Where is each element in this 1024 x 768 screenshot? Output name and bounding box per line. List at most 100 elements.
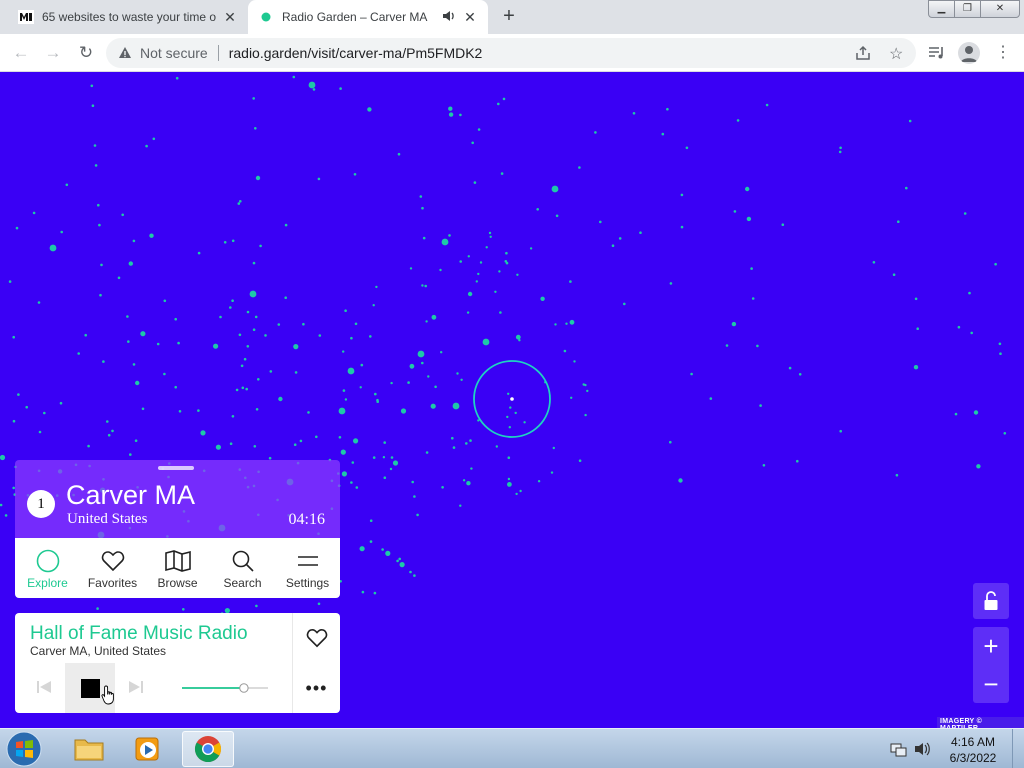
volume-icon[interactable] xyxy=(914,741,932,757)
nav-settings[interactable]: Settings xyxy=(275,538,340,598)
station-dot xyxy=(994,262,997,266)
medium-icon xyxy=(18,9,34,25)
next-track-icon[interactable] xyxy=(127,679,145,695)
show-desktop-button[interactable] xyxy=(1012,729,1024,768)
station-dot xyxy=(99,293,102,297)
station-dot xyxy=(441,486,444,489)
station-dot xyxy=(4,514,8,517)
tab-65-websites[interactable]: 65 websites to waste your time o ✕ xyxy=(8,0,248,34)
station-card: 1 Carver MA United States 04:16 Explore … xyxy=(15,460,340,598)
station-dot xyxy=(259,244,262,248)
restore-window-button[interactable]: ❐ xyxy=(954,0,981,18)
station-dot xyxy=(421,284,424,287)
close-tab-icon[interactable]: ✕ xyxy=(462,9,478,25)
nav-explore[interactable]: Explore xyxy=(15,538,80,598)
forward-arrow-icon[interactable]: → xyxy=(40,40,66,66)
station-dot xyxy=(495,445,498,448)
taskbar-chrome[interactable] xyxy=(182,731,234,767)
network-icon[interactable] xyxy=(890,742,908,758)
station-dot xyxy=(100,263,103,267)
station-dot xyxy=(390,456,394,459)
station-dot xyxy=(976,464,981,469)
station-dot xyxy=(126,315,129,318)
station-dot xyxy=(255,408,259,411)
station-dot xyxy=(475,280,478,283)
start-button[interactable] xyxy=(4,730,44,768)
station-dot xyxy=(685,146,689,150)
audio-playing-icon[interactable] xyxy=(442,10,456,25)
tab-radio-garden[interactable]: Radio Garden – Carver MA ✕ xyxy=(248,0,488,34)
url-text[interactable]: radio.garden/visit/carver-ma/Pm5FMDK2 xyxy=(229,45,483,61)
station-dot xyxy=(514,411,517,415)
system-clock[interactable]: 4:16 AM 6/3/2022 xyxy=(940,734,1006,766)
station-dot xyxy=(0,503,3,507)
nav-favorites[interactable]: Favorites xyxy=(80,538,145,598)
station-dot xyxy=(448,106,453,111)
browser-toolbar: ← → ↻ Not secure radio.garden/visit/carv… xyxy=(0,34,1024,72)
station-header[interactable]: 1 Carver MA United States 04:16 xyxy=(15,460,340,538)
drag-handle[interactable] xyxy=(158,466,194,470)
station-dot xyxy=(509,406,512,409)
address-bar[interactable]: Not secure radio.garden/visit/carver-ma/… xyxy=(106,38,916,68)
profile-avatar-icon[interactable] xyxy=(958,42,980,64)
nav-browse[interactable]: Browse xyxy=(145,538,210,598)
nav-label: Search xyxy=(223,576,262,590)
close-tab-icon[interactable]: ✕ xyxy=(222,9,238,25)
bookmark-star-icon[interactable]: ☆ xyxy=(889,44,903,64)
station-dot xyxy=(421,361,424,365)
station-dot xyxy=(666,107,669,111)
zoom-out-button[interactable]: − xyxy=(973,665,1009,703)
station-dot xyxy=(897,220,900,223)
station-dot xyxy=(508,426,511,429)
local-time: 04:16 xyxy=(288,511,325,528)
station-dot xyxy=(257,378,260,381)
minimize-window-button[interactable]: ▁ xyxy=(928,0,955,18)
station-dot xyxy=(467,255,470,258)
close-window-button[interactable]: ✕ xyxy=(980,0,1020,18)
station-dot xyxy=(38,430,42,434)
station-dot xyxy=(913,365,919,370)
nav-label: Browse xyxy=(157,576,198,590)
station-dot xyxy=(448,112,454,117)
station-dot xyxy=(471,141,475,145)
station-dot xyxy=(498,270,501,273)
nav-search[interactable]: Search xyxy=(210,538,275,598)
reload-icon[interactable]: ↻ xyxy=(73,40,99,66)
new-tab-button[interactable]: + xyxy=(498,6,520,28)
chrome-menu-icon[interactable]: ⋮ xyxy=(995,42,1011,64)
station-dot xyxy=(751,297,755,300)
share-icon[interactable] xyxy=(855,45,871,61)
taskbar-media-player[interactable] xyxy=(122,731,174,767)
station-dot xyxy=(246,310,250,314)
station-dot xyxy=(506,415,509,419)
station-dot xyxy=(255,604,258,608)
station-dot xyxy=(586,389,589,393)
station-dot xyxy=(197,251,201,255)
station-dot xyxy=(552,446,555,450)
station-dot xyxy=(788,366,792,370)
volume-slider[interactable] xyxy=(180,683,270,693)
station-dot xyxy=(344,398,348,401)
station-dot xyxy=(400,408,407,414)
station-dot xyxy=(419,195,423,198)
station-location[interactable]: Carver MA, United States xyxy=(30,644,166,658)
station-dot xyxy=(111,429,114,433)
station-title[interactable]: Hall of Fame Music Radio xyxy=(30,623,248,645)
zoom-in-button[interactable]: + xyxy=(973,627,1009,665)
station-dot xyxy=(551,185,559,193)
favorite-button[interactable] xyxy=(292,613,340,663)
taskbar-file-explorer[interactable] xyxy=(63,731,115,767)
security-label[interactable]: Not secure xyxy=(140,45,208,61)
more-options-button[interactable]: ••• xyxy=(292,663,340,713)
station-dot xyxy=(499,311,502,314)
previous-track-icon[interactable] xyxy=(35,679,53,695)
back-arrow-icon[interactable]: ← xyxy=(8,40,34,66)
station-dot xyxy=(892,273,896,276)
media-control-icon[interactable] xyxy=(928,45,946,61)
station-dot xyxy=(240,364,244,368)
station-dot xyxy=(756,344,759,348)
station-dot xyxy=(680,225,684,229)
station-dot xyxy=(383,476,387,480)
station-dot xyxy=(132,239,136,243)
map-lock-button[interactable] xyxy=(973,583,1009,619)
